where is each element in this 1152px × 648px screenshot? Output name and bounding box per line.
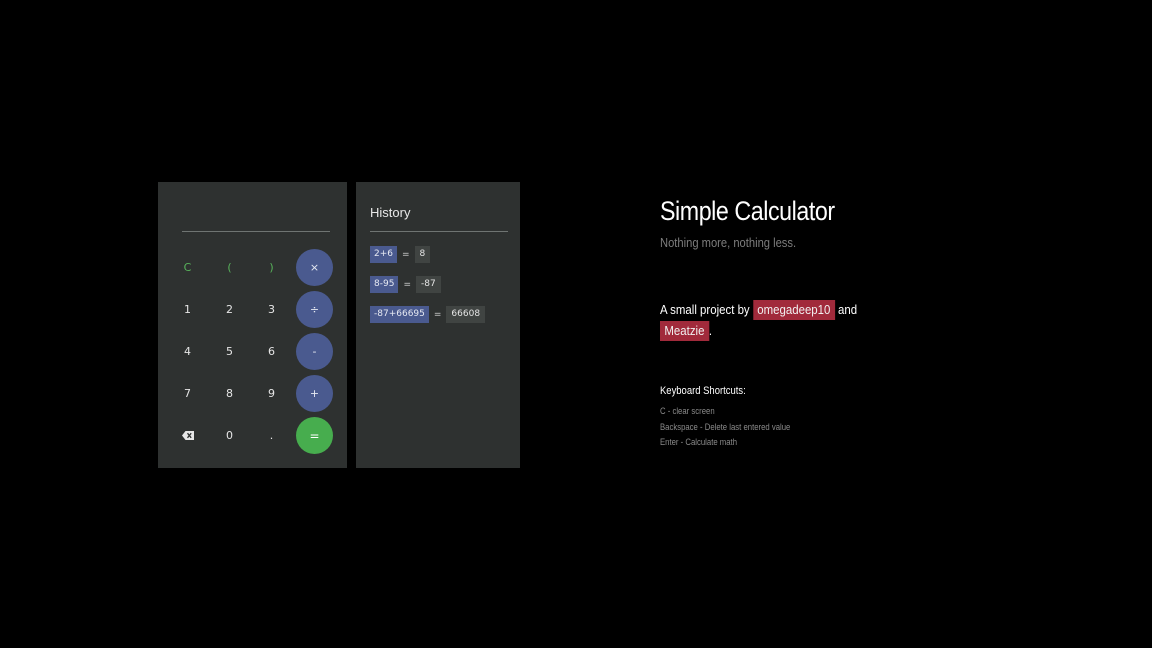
digit-8-button[interactable]: 8 <box>211 375 248 412</box>
credits-line: Meatzie. <box>660 321 712 341</box>
credits-prefix: A small project by <box>660 302 750 317</box>
credits-line: A small project by omegadeep10 and <box>660 300 857 320</box>
digit-4-button[interactable]: 4 <box>169 333 206 370</box>
history-entry[interactable]: 8-95 = -87 <box>370 276 441 293</box>
history-result[interactable]: 8 <box>414 246 431 263</box>
digit-1-button[interactable]: 1 <box>169 291 206 328</box>
history-divider <box>370 231 508 232</box>
author-link-omegadeep10[interactable]: omegadeep10 <box>752 300 835 320</box>
clear-button[interactable]: C <box>169 249 206 286</box>
subtract-button[interactable]: - <box>296 333 333 370</box>
history-expression[interactable]: 2+6 <box>370 246 397 263</box>
history-equals: = <box>403 279 411 290</box>
credits-suffix: . <box>708 323 713 338</box>
equals-button[interactable]: = <box>296 417 333 454</box>
digit-2-button[interactable]: 2 <box>211 291 248 328</box>
digit-6-button[interactable]: 6 <box>253 333 290 370</box>
history-title: History <box>370 205 411 220</box>
backspace-button[interactable] <box>169 417 206 454</box>
shortcut-item: C - clear screen <box>660 406 715 416</box>
credits-and: and <box>837 302 858 317</box>
history-entry[interactable]: 2+6 = 8 <box>370 246 431 263</box>
shortcut-item: Backspace - Delete last entered value <box>660 422 791 432</box>
history-expression[interactable]: -87+66695 <box>370 306 429 323</box>
multiply-button[interactable]: × <box>296 249 333 286</box>
history-result[interactable]: 66608 <box>446 306 486 323</box>
display-divider <box>182 231 330 232</box>
history-entry[interactable]: -87+66695 = 66608 <box>370 306 486 323</box>
calculator-panel: C ( ) × 1 2 3 ÷ 4 5 6 - 7 8 9 + 0 . = <box>158 182 347 468</box>
digit-7-button[interactable]: 7 <box>169 375 206 412</box>
close-paren-button[interactable]: ) <box>253 249 290 286</box>
history-panel: History 2+6 = 8 8-95 = -87 -87+66695 = 6… <box>356 182 520 468</box>
history-equals: = <box>433 309 442 320</box>
digit-0-button[interactable]: 0 <box>211 417 248 454</box>
open-paren-button[interactable]: ( <box>211 249 248 286</box>
calculator-display <box>182 202 330 230</box>
page-title: Simple Calculator <box>660 196 835 226</box>
shortcut-item: Enter - Calculate math <box>660 437 738 447</box>
history-expression[interactable]: 8-95 <box>370 276 399 293</box>
decimal-button[interactable]: . <box>253 417 290 454</box>
history-equals: = <box>402 249 410 260</box>
author-link-meatzie[interactable]: Meatzie <box>660 321 709 341</box>
page-subtitle: Nothing more, nothing less. <box>660 235 797 250</box>
digit-9-button[interactable]: 9 <box>253 375 290 412</box>
digit-3-button[interactable]: 3 <box>253 291 290 328</box>
divide-button[interactable]: ÷ <box>296 291 333 328</box>
history-result[interactable]: -87 <box>415 276 441 293</box>
shortcuts-title: Keyboard Shortcuts: <box>660 385 746 397</box>
digit-5-button[interactable]: 5 <box>211 333 248 370</box>
add-button[interactable]: + <box>296 375 333 412</box>
backspace-icon <box>181 431 194 440</box>
